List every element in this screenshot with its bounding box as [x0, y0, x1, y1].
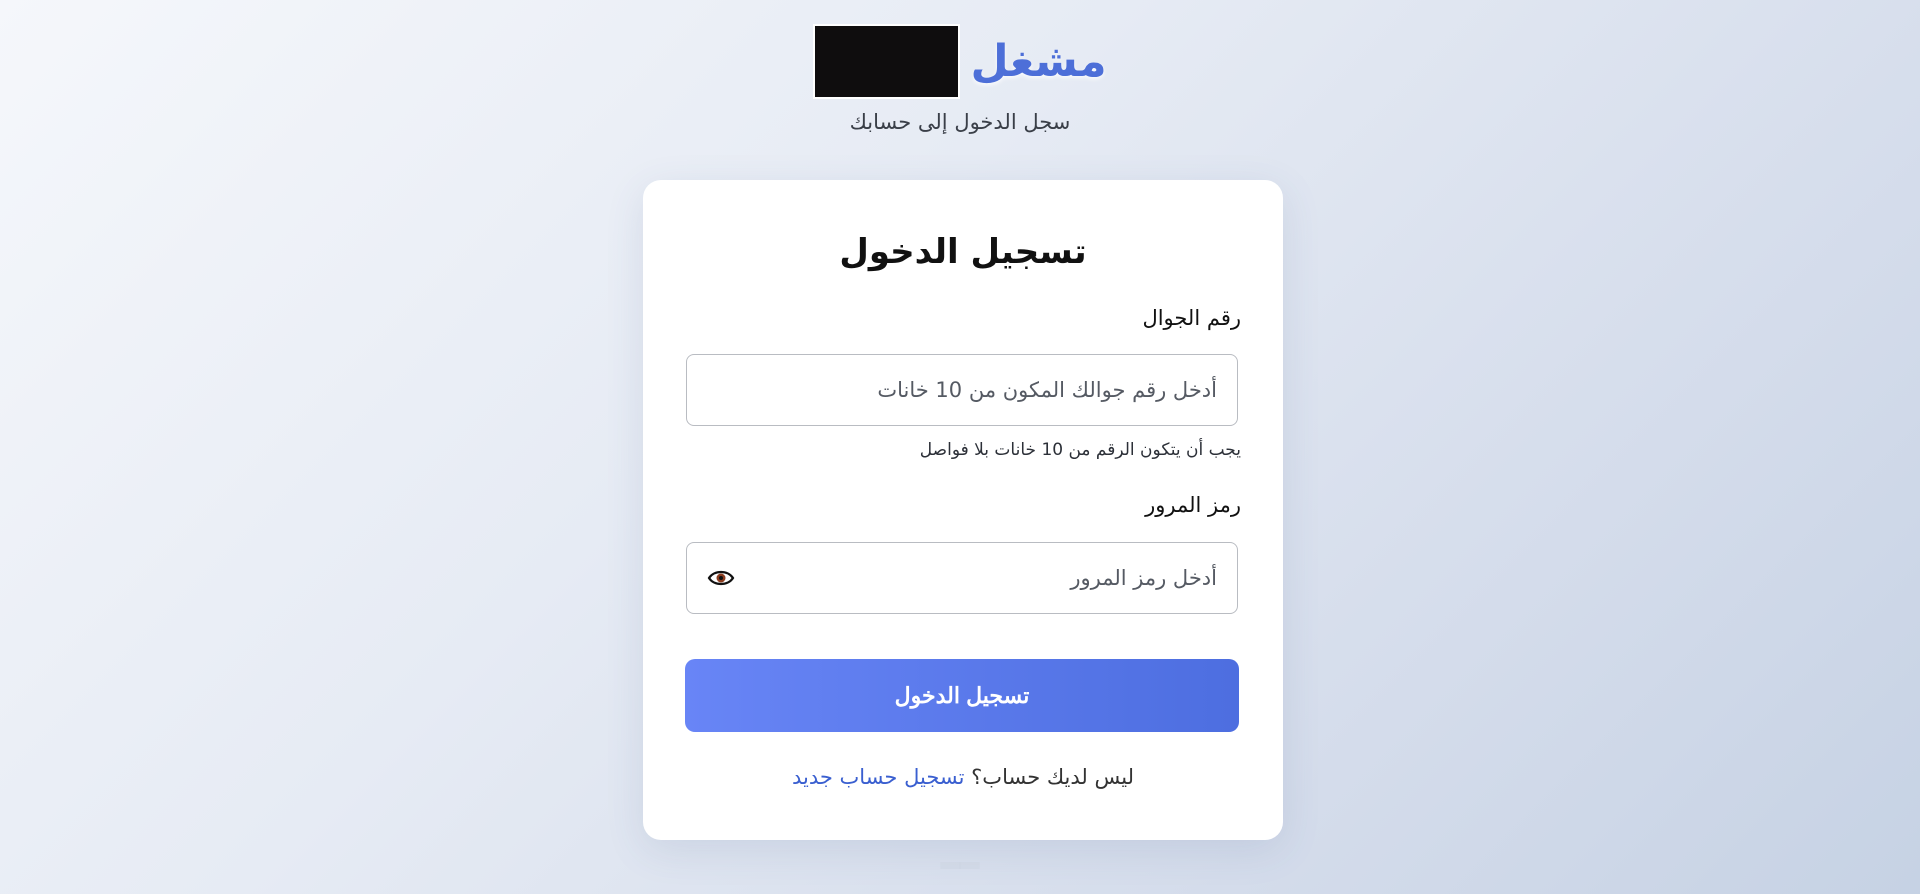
brand-header: مشغل [0, 24, 1920, 99]
phone-label: رقم الجوال [1142, 306, 1241, 330]
login-button[interactable]: تسجيل الدخول [685, 659, 1239, 732]
phone-hint: يجب أن يتكون الرقم من 10 خانات بلا فواصل [919, 440, 1241, 460]
password-input[interactable]: أدخل رمز المرور [686, 542, 1238, 614]
password-label: رمز المرور [1145, 493, 1241, 517]
phone-placeholder: أدخل رقم جوالك المكون من 10 خانات [877, 378, 1217, 402]
watermark: ــ [940, 826, 980, 876]
register-link[interactable]: تسجيل حساب جديد [792, 765, 964, 789]
login-title: تسجيل الدخول [839, 232, 1087, 272]
register-prompt: ليس لديك حساب؟ [971, 765, 1135, 789]
logo-redacted [813, 24, 961, 99]
brand-name: مشغل [970, 36, 1107, 87]
password-placeholder: أدخل رمز المرور [1070, 566, 1217, 590]
phone-input[interactable]: أدخل رقم جوالك المكون من 10 خانات [686, 354, 1238, 426]
eye-icon[interactable] [707, 568, 735, 588]
login-card: تسجيل الدخول رقم الجوال أدخل رقم جوالك ا… [643, 180, 1283, 840]
register-row: ليس لديك حساب؟ تسجيل حساب جديد [643, 765, 1283, 789]
page-subtitle: سجل الدخول إلى حسابك [849, 110, 1071, 134]
